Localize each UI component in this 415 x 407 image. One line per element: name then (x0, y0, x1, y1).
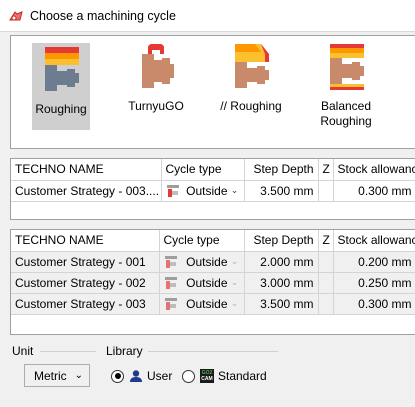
cycle-selector-panel: Roughing TurnyuGO // Roughing Balanced R… (10, 35, 415, 149)
parallel-roughing-cycle-icon (235, 44, 269, 88)
title-bar: Choose a machining cycle (0, 0, 415, 31)
header-step-depth[interactable]: Step Depth (244, 230, 319, 252)
roughing-cycle-icon (45, 47, 79, 91)
techno-name-cell[interactable]: Customer Strategy - 003 (11, 293, 160, 315)
title-separator (0, 31, 415, 32)
unit-label: Unit (12, 344, 34, 358)
balanced-roughing-cycle-icon (330, 44, 364, 90)
header-cycle-type[interactable]: Cycle type (161, 159, 245, 181)
header-stock-allowance[interactable]: Stock allowance (333, 159, 415, 181)
cycle-roughing[interactable]: Roughing (32, 43, 90, 130)
unit-group-line (40, 351, 96, 352)
stock-allowance-cell[interactable]: 0.200 mm (333, 251, 415, 273)
radio-button-user[interactable] (111, 369, 124, 383)
header-stock-allowance[interactable]: Stock allowance (333, 230, 415, 252)
window-title: Choose a machining cycle (30, 8, 176, 23)
unit-select-value: Metric (34, 368, 67, 383)
cycle-label: Roughing (35, 102, 87, 116)
grid-header-row: TECHNO NAME Cycle type Step Depth Z Stoc… (11, 159, 415, 181)
cycle-balanced-roughing[interactable]: Balanced Roughing (311, 42, 381, 129)
app-logo-icon (9, 10, 23, 20)
header-step-depth[interactable]: Step Depth (244, 159, 319, 181)
unit-select[interactable]: Metric ⌄ (24, 364, 90, 387)
header-z[interactable]: Z (318, 230, 334, 252)
cycle-type-dropdown: Outside ⌄ (159, 272, 245, 294)
table-row[interactable]: Customer Strategy - 003 Outside ⌄ 3.500 … (11, 293, 415, 315)
step-depth-cell[interactable]: 3.500 mm (244, 293, 319, 315)
cycle-label: // Roughing (220, 99, 282, 113)
library-standard-radio[interactable]: GO2 CAM Standard (182, 369, 267, 383)
stock-allowance-cell[interactable]: 0.250 mm (333, 272, 415, 294)
stock-allowance-cell[interactable]: 0.300 mm (333, 293, 415, 315)
turnyugo-cycle-icon (142, 44, 174, 88)
grid-header-row: TECHNO NAME Cycle type Step Depth Z Stoc… (11, 230, 415, 252)
table-row[interactable]: Customer Strategy - 003.... Outside ⌄ 3.… (11, 180, 415, 202)
go2cam-logo-icon: GO2 CAM (200, 369, 214, 383)
radio-button-standard[interactable] (182, 369, 195, 383)
techno-name-cell[interactable]: Customer Strategy - 001 (11, 251, 160, 273)
chevron-down-icon: ⌄ (230, 256, 239, 266)
chevron-down-icon: ⌄ (230, 277, 239, 287)
header-techno-name[interactable]: TECHNO NAME (11, 159, 162, 181)
header-z[interactable]: Z (318, 159, 334, 181)
cycle-label-line2: Roughing (320, 114, 372, 128)
z-cell[interactable] (318, 293, 334, 315)
cycle-type-value: Outside (186, 183, 228, 198)
z-cell[interactable] (318, 272, 334, 294)
header-techno-name[interactable]: TECHNO NAME (11, 230, 160, 252)
library-standard-label: Standard (218, 369, 267, 383)
cycle-type-icon (164, 276, 177, 289)
current-strategy-grid: TECHNO NAME Cycle type Step Depth Z Stoc… (10, 158, 415, 220)
header-cycle-type[interactable]: Cycle type (159, 230, 245, 252)
cycle-type-icon (166, 184, 179, 197)
chevron-down-icon[interactable]: ⌄ (230, 185, 240, 196)
step-depth-cell[interactable]: 2.000 mm (244, 251, 319, 273)
cycle-type-dropdown: Outside ⌄ (159, 293, 245, 315)
z-cell[interactable] (318, 180, 334, 202)
library-strategy-grid: TECHNO NAME Cycle type Step Depth Z Stoc… (10, 229, 415, 335)
cycle-label-line1: Balanced (320, 99, 372, 113)
cycle-parallel-roughing[interactable]: // Roughing (216, 42, 286, 114)
library-user-radio[interactable]: User (111, 369, 172, 383)
library-label: Library (106, 344, 143, 358)
cycle-type-icon (164, 297, 177, 310)
library-user-label: User (147, 369, 173, 383)
cycle-type-value: Outside (186, 296, 228, 311)
cycle-type-dropdown[interactable]: Outside ⌄ (161, 180, 245, 202)
user-icon (130, 370, 142, 382)
cycle-type-icon (164, 255, 177, 268)
chevron-down-icon: ⌄ (74, 370, 83, 381)
library-group-line (148, 351, 278, 352)
step-depth-cell[interactable]: 3.000 mm (244, 272, 319, 294)
z-cell[interactable] (318, 251, 334, 273)
stock-allowance-cell[interactable]: 0.300 mm (333, 180, 415, 202)
cycle-label: TurnyuGO (128, 99, 184, 113)
cycle-turnyugo[interactable]: TurnyuGO (126, 42, 186, 114)
chevron-down-icon: ⌄ (230, 298, 239, 308)
table-row[interactable]: Customer Strategy - 001 Outside ⌄ 2.000 … (11, 251, 415, 273)
step-depth-cell[interactable]: 3.500 mm (244, 180, 319, 202)
cycle-type-dropdown: Outside ⌄ (159, 251, 245, 273)
table-row[interactable]: Customer Strategy - 002 Outside ⌄ 3.000 … (11, 272, 415, 294)
techno-name-cell[interactable]: Customer Strategy - 002 (11, 272, 160, 294)
techno-name-cell[interactable]: Customer Strategy - 003.... (11, 180, 162, 202)
cycle-type-value: Outside (186, 275, 228, 290)
cycle-type-value: Outside (186, 254, 228, 269)
